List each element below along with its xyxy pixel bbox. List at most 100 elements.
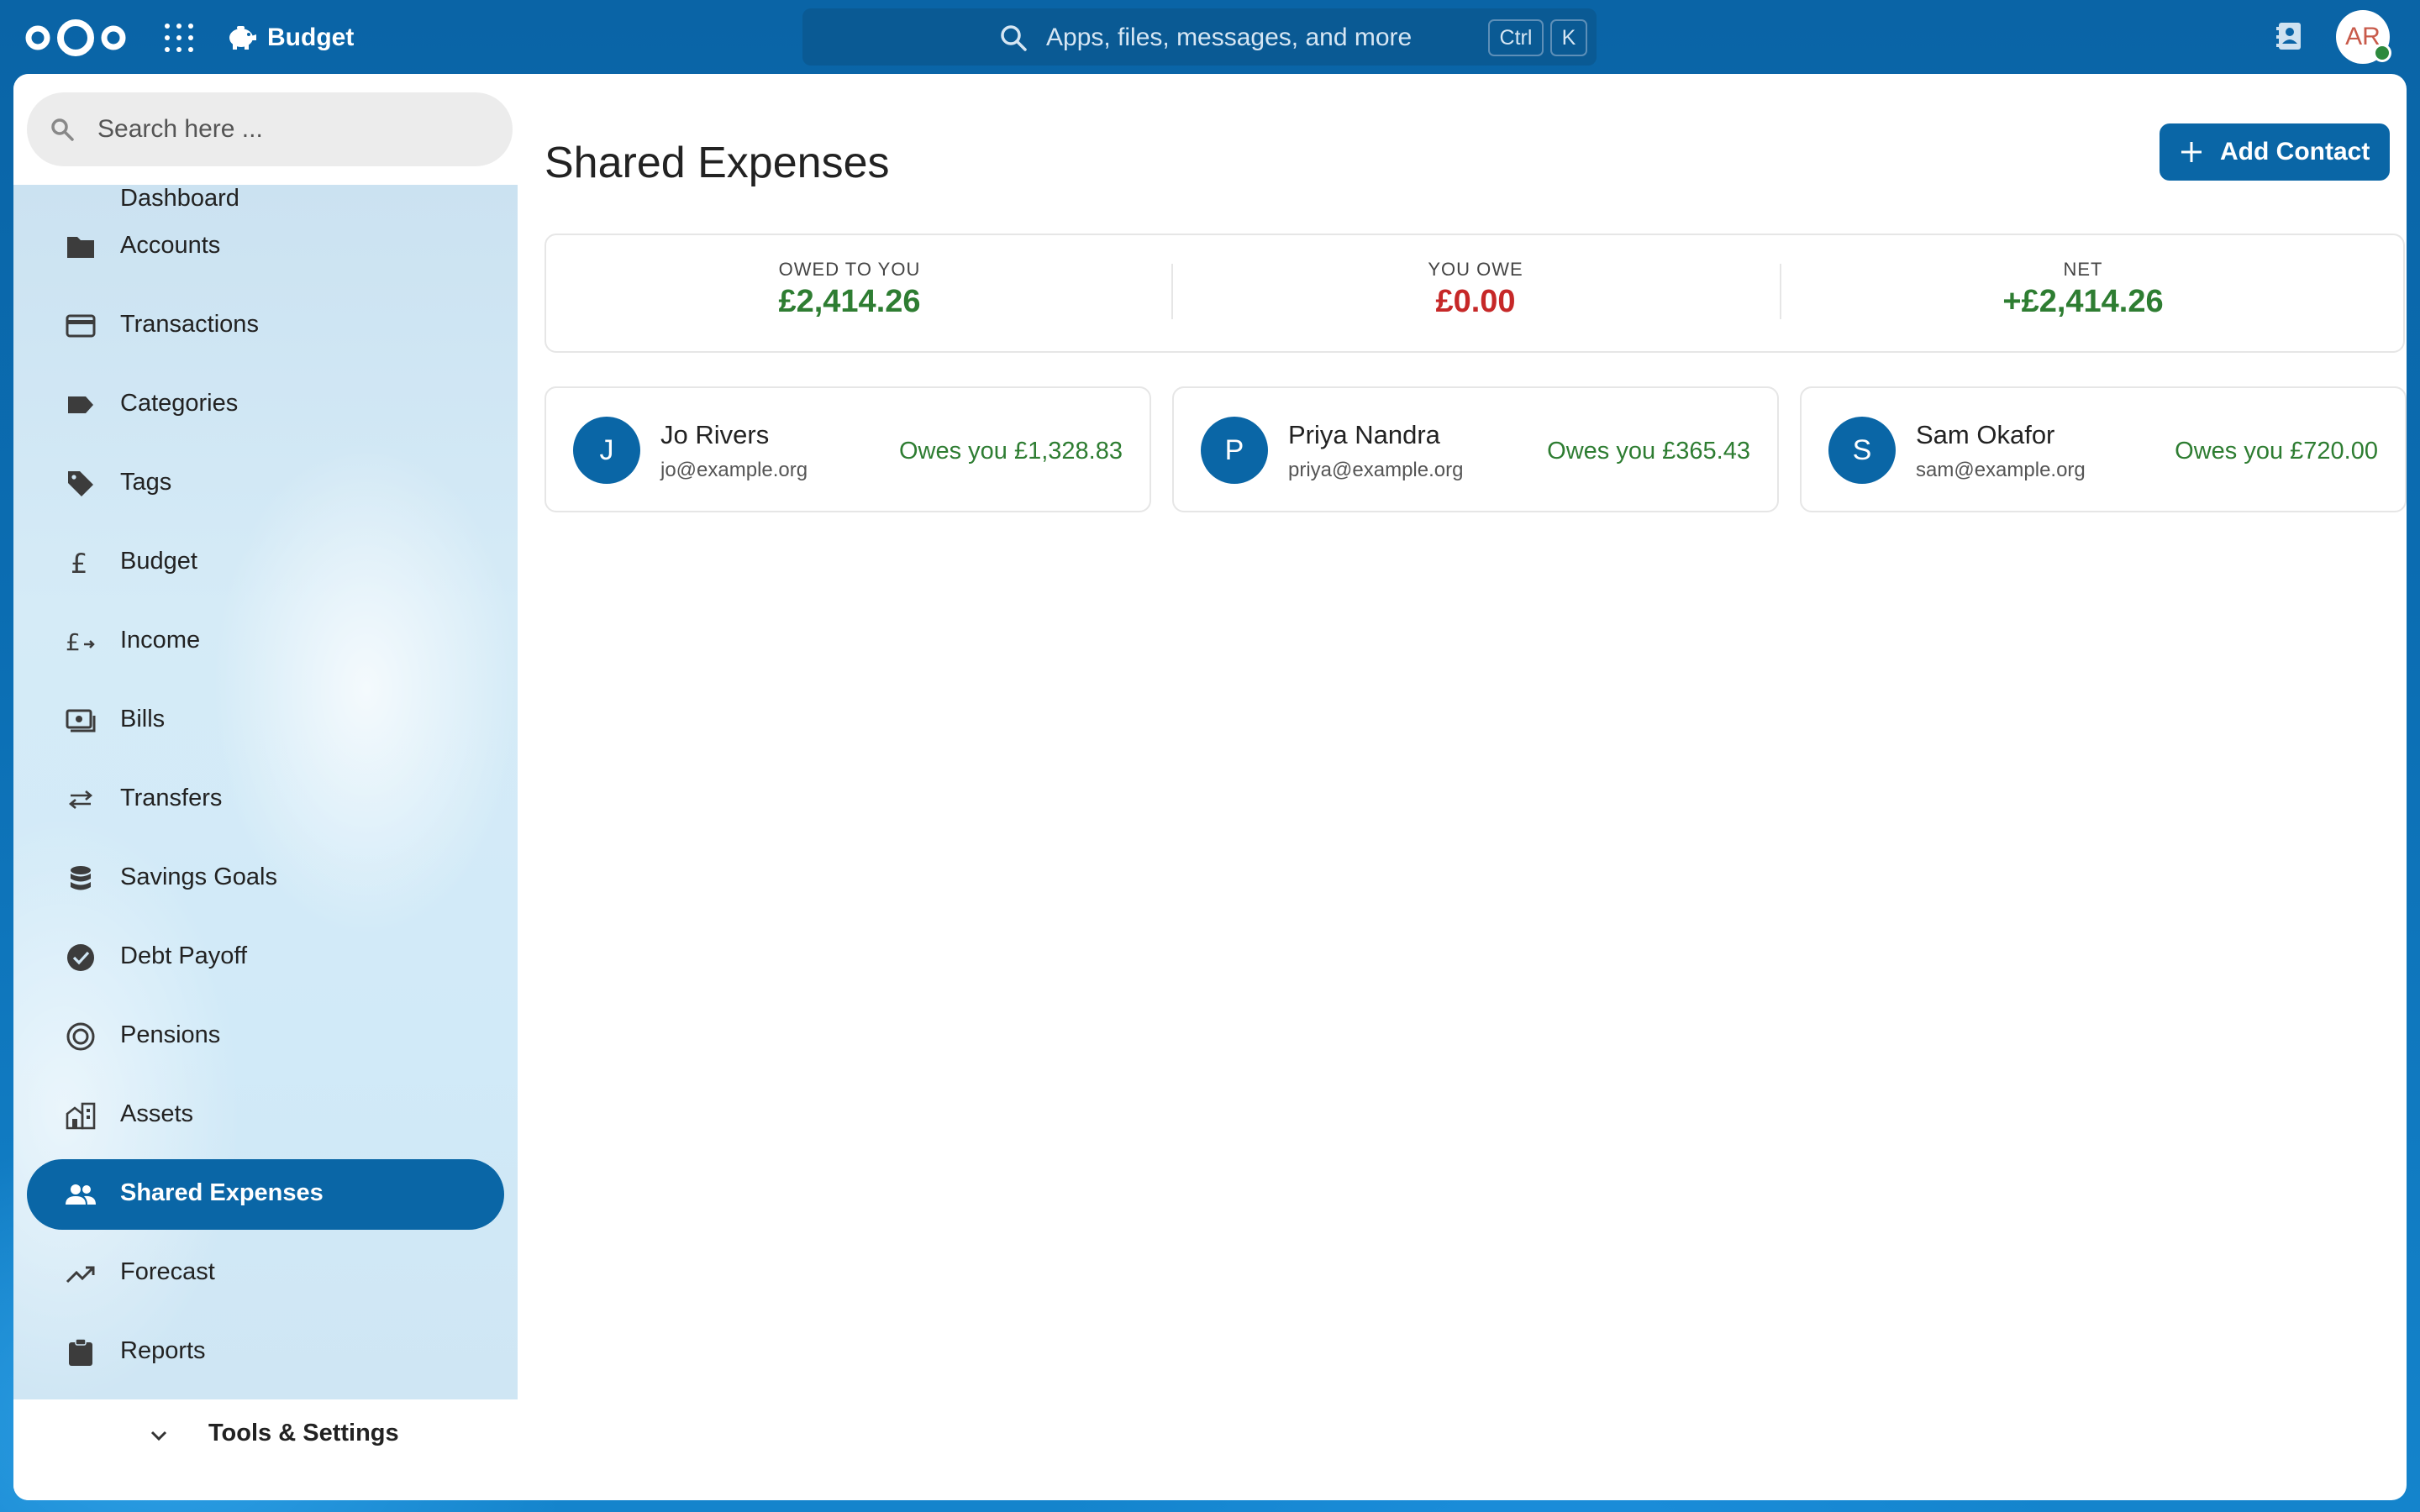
sidebar-item-debt-payoff[interactable]: Debt Payoff [27,922,504,993]
contact-name: Sam Okafor [1916,420,2055,449]
add-contact-label: Add Contact [2220,138,2370,165]
online-status-icon [2373,44,2391,62]
app-title[interactable]: Budget [267,24,354,52]
sidebar-item-label: Income [120,627,201,654]
tools-settings-toggle[interactable]: Tools & Settings [13,1399,518,1500]
owed-to-you-value: £2,414.26 [778,284,921,319]
svg-text:£: £ [66,628,81,656]
clipboard-icon [69,1338,92,1366]
contact-avatar: J [573,417,640,484]
people-icon [66,1184,96,1205]
label-icon [68,396,93,413]
database-icon [71,866,91,890]
sidebar-search[interactable] [27,92,513,166]
target-icon [66,1022,95,1051]
contact-avatar: S [1828,417,1896,484]
pound-arrow-icon: £ [66,628,95,656]
sidebar-item-transfers[interactable]: Transfers [27,764,504,835]
user-avatar[interactable]: AR [2336,10,2391,64]
check-circle-icon [67,944,94,971]
folder-icon [67,237,94,258]
top-bar: Budget Apps, files, messages, and more C… [0,0,2420,74]
sidebar-item-label: Forecast [120,1258,215,1285]
tag-icon [68,471,93,496]
sidebar-item-label: Pensions [120,1021,221,1048]
sidebar-item-assets[interactable]: Assets [27,1080,504,1151]
contact-avatar: P [1201,417,1268,484]
sidebar-item-label: Debt Payoff [120,942,248,969]
search-icon [1001,25,1027,51]
app-window: Dashboard Accounts Transactions [13,74,2407,1500]
sidebar-item-label: Shared Expenses [120,1179,324,1206]
plus-icon [2181,142,2202,162]
sidebar-item-forecast[interactable]: Forecast [27,1238,504,1309]
sidebar-search-input[interactable] [97,108,484,151]
contact-card[interactable]: J Jo Rivers jo@example.org Owes you £1,3… [544,386,1151,512]
sidebar-item-label: Savings Goals [120,864,277,890]
piggy-bank-icon[interactable] [225,22,257,52]
contact-card[interactable]: P Priya Nandra priya@example.org Owes yo… [1172,386,1779,512]
shortcut-key-k: K [1550,19,1587,56]
sidebar-item-tags[interactable]: Tags [27,449,504,519]
contact-name: Jo Rivers [660,420,770,449]
credit-card-icon [66,314,96,338]
buildings-icon [66,1102,96,1130]
page-title: Shared Expenses [544,139,890,187]
contact-email: jo@example.org [660,459,808,481]
you-owe-label: YOU OWE [1428,259,1523,280]
pound-icon: £ [71,548,87,578]
sidebar-item-label: Accounts [120,232,221,259]
net-value: +£2,414.26 [2002,284,2164,319]
svg-text:£: £ [71,548,87,578]
sidebar-item-label: Transfers [120,785,223,811]
app-menu-icon[interactable] [165,24,193,52]
global-search-placeholder: Apps, files, messages, and more [1046,24,1413,51]
sidebar-item-accounts[interactable]: Accounts [27,212,504,282]
contact-balance: Owes you £365.43 [1547,438,1750,465]
sidebar-item-transactions[interactable]: Transactions [27,291,504,361]
sidebar-item-pensions[interactable]: Pensions [27,1001,504,1072]
nextcloud-logo[interactable] [24,15,128,60]
sidebar-item-label: Reports [120,1337,206,1364]
tools-settings-label: Tools & Settings [208,1420,399,1446]
contact-name: Priya Nandra [1288,420,1440,449]
contacts-icon[interactable] [2274,20,2306,52]
sidebar-item-categories[interactable]: Categories [27,370,504,440]
sidebar-nav: Dashboard Accounts Transactions Categori… [13,185,518,1399]
sidebar-item-budget[interactable]: £ Budget [27,528,504,598]
cash-icon [66,709,96,732]
sidebar-item-savings-goals[interactable]: Savings Goals [27,843,504,914]
search-icon [51,118,74,141]
net-label: NET [2063,259,2103,280]
contact-email: sam@example.org [1916,459,2086,481]
you-owe-value: £0.00 [1435,284,1516,319]
owed-to-you-label: OWED TO YOU [778,259,921,280]
contact-email: priya@example.org [1288,459,1464,481]
chevron-down-icon [150,1431,167,1441]
owed-to-you-summary: OWED TO YOU £2,414.26 [546,235,1153,354]
contact-balance: Owes you £1,328.83 [898,438,1123,465]
sidebar-item-reports[interactable]: Reports [27,1317,504,1388]
sidebar-item-bills[interactable]: Bills [27,685,504,756]
you-owe-summary: YOU OWE £0.00 [1172,235,1779,354]
sidebar-item-label: Bills [120,706,166,732]
net-summary: NET +£2,414.26 [1780,235,2386,354]
contact-card[interactable]: S Sam Okafor sam@example.org Owes you £7… [1800,386,2407,512]
sidebar-item-label: Assets [120,1100,194,1127]
sidebar-item-label: Tags [120,469,172,496]
shortcut-key-ctrl: Ctrl [1488,19,1544,56]
sidebar-item-shared-expenses[interactable]: Shared Expenses [27,1159,504,1230]
trending-up-icon [66,1266,95,1284]
global-search-bar[interactable]: Apps, files, messages, and more Ctrl K [802,8,1597,66]
contact-balance: Owes you £720.00 [2175,438,2378,465]
sidebar-item-income[interactable]: £ Income [27,606,504,677]
sidebar-item-label: Budget [120,548,197,575]
sidebar-item-label: Categories [120,390,239,417]
sidebar: Dashboard Accounts Transactions [13,74,518,1500]
sidebar-item-label: Transactions [120,311,259,338]
balance-summary: OWED TO YOU £2,414.26 YOU OWE £0.00 NET … [544,234,2405,353]
add-contact-button[interactable]: Add Contact [2160,123,2390,181]
swap-icon [68,790,93,809]
sidebar-item-label: Dashboard [120,185,239,212]
main-content: Shared Expenses Add Contact OWED TO YOU … [518,74,2407,1500]
